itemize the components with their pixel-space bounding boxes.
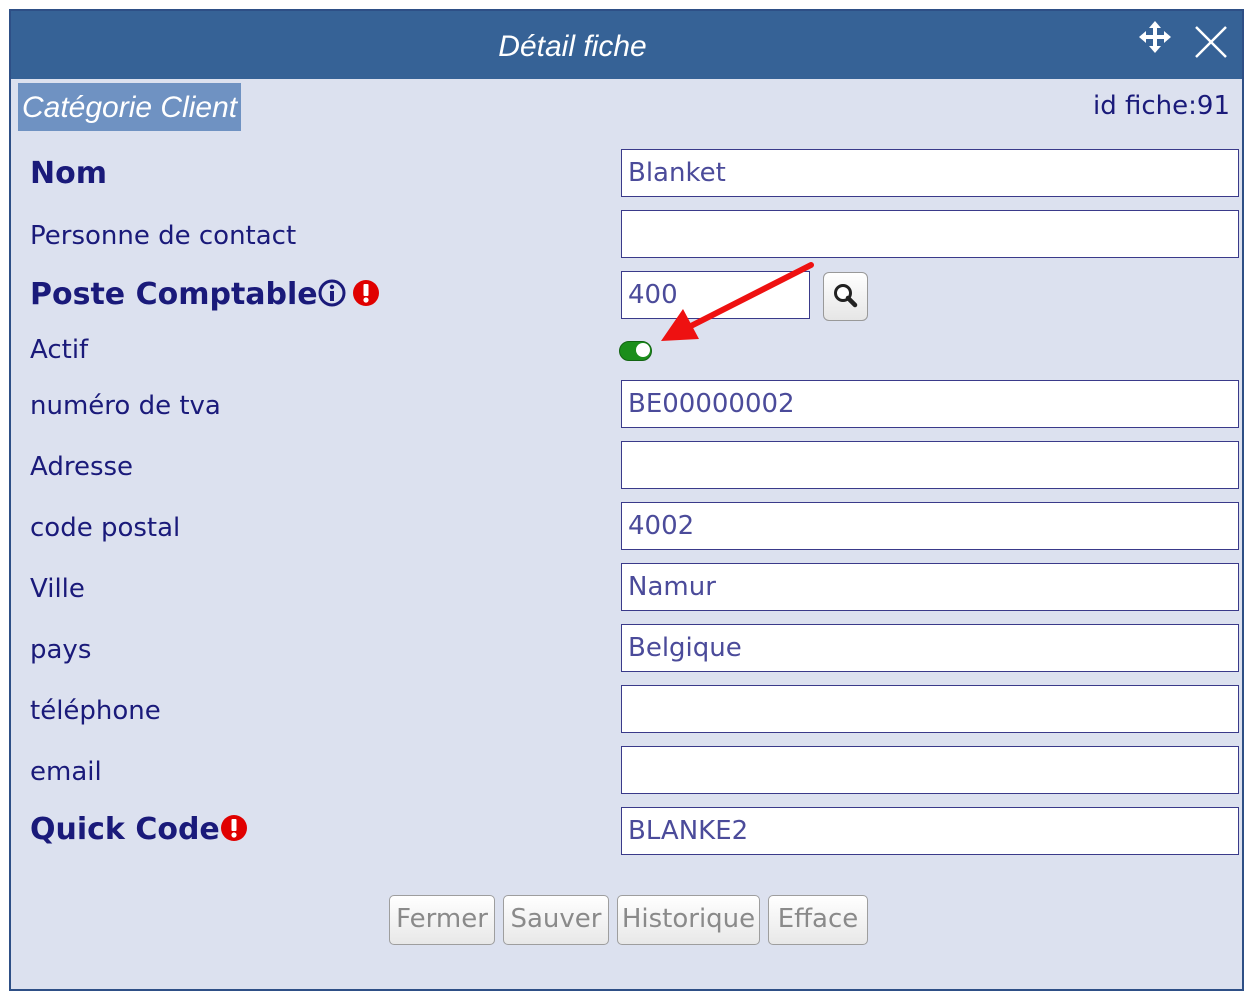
efface-button[interactable]: Efface (768, 895, 868, 945)
label-tva: numéro de tva (30, 391, 221, 421)
label-code-postal: code postal (30, 513, 181, 543)
nom-field[interactable] (621, 149, 1239, 197)
email-field[interactable] (621, 746, 1239, 794)
label-adresse: Adresse (30, 452, 134, 482)
category-title: Catégorie Client (18, 83, 242, 131)
label-quick-code-row: Quick Code (30, 812, 248, 847)
poste-comptable-field[interactable] (621, 271, 810, 319)
search-icon (834, 284, 858, 308)
contact-field[interactable] (621, 210, 1239, 258)
move-icon[interactable] (1139, 21, 1171, 53)
label-email: email (30, 757, 102, 787)
dialog-title: Détail fiche (498, 30, 647, 63)
search-button[interactable] (823, 272, 868, 321)
ville-field[interactable] (621, 563, 1239, 611)
label-actif: Actif (30, 335, 89, 365)
label-poste-comptable: Poste Comptable (30, 277, 318, 312)
record-id: id fiche:91 (1093, 91, 1230, 121)
warning-icon (352, 279, 379, 306)
warning-icon (220, 814, 247, 841)
telephone-field[interactable] (621, 685, 1239, 733)
close-icon[interactable] (1194, 25, 1228, 59)
sauver-button[interactable]: Sauver (503, 895, 609, 945)
detail-dialog: Détail fiche Catégorie Client id fiche:9… (9, 9, 1244, 991)
code-postal-field[interactable] (621, 502, 1239, 550)
label-pays: pays (30, 635, 92, 665)
label-contact: Personne de contact (30, 221, 297, 251)
label-ville: Ville (30, 574, 85, 604)
adresse-field[interactable] (621, 441, 1239, 489)
toggle-knob (636, 343, 650, 357)
tva-field[interactable] (621, 380, 1239, 428)
pays-field[interactable] (621, 624, 1239, 672)
label-quick-code: Quick Code (30, 812, 220, 847)
historique-button[interactable]: Historique (617, 895, 760, 945)
title-bar[interactable]: Détail fiche (11, 11, 1242, 79)
actif-toggle[interactable] (619, 341, 652, 361)
quick-code-field[interactable] (621, 807, 1239, 855)
info-icon[interactable] (318, 279, 346, 307)
fermer-button[interactable]: Fermer (389, 895, 495, 945)
label-nom: Nom (30, 156, 107, 191)
label-poste-comptable-row: Poste Comptable (30, 277, 380, 312)
label-telephone: téléphone (30, 696, 161, 726)
